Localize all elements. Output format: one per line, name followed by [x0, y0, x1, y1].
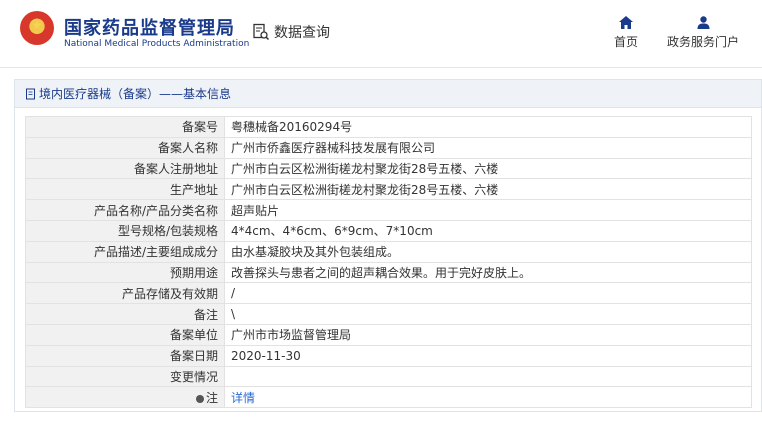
field-value: / [224, 282, 752, 305]
table-row: 产品名称/产品分类名称 超声贴片 [25, 199, 752, 221]
org-name-en: National Medical Products Administration [64, 39, 250, 49]
header-divider [0, 67, 762, 68]
field-label: 备案人注册地址 [25, 157, 225, 180]
table-row: 备案号 粤穗械备20160294号 [25, 116, 752, 138]
field-value: 超声贴片 [224, 199, 752, 221]
field-value: 由水基凝胶块及其外包装组成。 [224, 240, 752, 263]
document-icon [26, 88, 35, 99]
table-row: 生产地址 广州市白云区松洲街槎龙村聚龙街28号五楼、六楼 [25, 178, 752, 201]
document-search-icon [253, 23, 270, 41]
data-search-link[interactable]: 数据查询 [252, 22, 330, 42]
national-emblem-logo [20, 11, 54, 45]
data-search-label: 数据查询 [274, 25, 330, 41]
table-row: 备案日期 2020-11-30 [25, 344, 752, 367]
table-row: 注 详情 [25, 386, 752, 409]
field-value: 粤穗械备20160294号 [224, 116, 752, 138]
table-row: 产品描述/主要组成成分 由水基凝胶块及其外包装组成。 [25, 240, 752, 263]
panel-title: 境内医疗器械（备案）——基本信息 [39, 87, 232, 101]
field-label: 产品存储及有效期 [25, 282, 225, 305]
note-bulb-icon [195, 394, 204, 403]
record-table: 备案号 粤穗械备20160294号 备案人名称 广州市侨鑫医疗器械科技发展有限公… [25, 116, 752, 409]
field-value: 2020-11-30 [224, 344, 752, 367]
field-label: 生产地址 [25, 178, 225, 201]
field-value: 广州市白云区松洲街槎龙村聚龙街28号五楼、六楼 [224, 178, 752, 201]
field-value: 改善探头与患者之间的超声耦合效果。用于完好皮肤上。 [224, 261, 752, 284]
field-label: 备案日期 [25, 344, 225, 367]
panel-title-bar: 境内医疗器械（备案）——基本信息 [15, 80, 761, 108]
record-panel: 境内医疗器械（备案）——基本信息 备案号 粤穗械备20160294号 备案人名称… [14, 79, 762, 412]
home-icon [619, 16, 633, 29]
field-label: 备案人名称 [25, 136, 225, 159]
field-label: 备案号 [25, 116, 225, 138]
table-row: 预期用途 改善探头与患者之间的超声耦合效果。用于完好皮肤上。 [25, 261, 752, 284]
user-icon [697, 16, 709, 29]
table-row: 变更情况 [25, 365, 752, 388]
table-row: 备案人注册地址 广州市白云区松洲街槎龙村聚龙街28号五楼、六楼 [25, 157, 752, 180]
table-row: 型号规格/包装规格 4*4cm、4*6cm、6*9cm、7*10cm [25, 219, 752, 242]
field-label: 备注 [25, 303, 225, 325]
table-row: 备案单位 广州市市场监督管理局 [25, 323, 752, 346]
nav-home[interactable]: 首页 [611, 16, 641, 50]
field-label: 产品名称/产品分类名称 [25, 199, 225, 221]
details-link[interactable]: 详情 [224, 386, 752, 409]
field-label: 备案单位 [25, 323, 225, 346]
field-label: 注 [205, 390, 218, 405]
site-header: 国家药品监督管理局 National Medical Products Admi… [0, 0, 762, 68]
field-value: 广州市侨鑫医疗器械科技发展有限公司 [224, 136, 752, 159]
field-value: 广州市白云区松洲街槎龙村聚龙街28号五楼、六楼 [224, 157, 752, 180]
org-name-cn: 国家药品监督管理局 [64, 18, 235, 39]
field-label: 型号规格/包装规格 [25, 219, 225, 242]
field-value: \ [224, 303, 752, 325]
table-row: 备注 \ [25, 303, 752, 325]
field-label: 产品描述/主要组成成分 [25, 240, 225, 263]
field-label: 预期用途 [25, 261, 225, 284]
nav-home-label: 首页 [613, 35, 638, 49]
table-row: 产品存储及有效期 / [25, 282, 752, 305]
field-label: 变更情况 [25, 365, 225, 388]
field-value [224, 365, 752, 388]
field-value: 广州市市场监督管理局 [224, 323, 752, 346]
nav-gov-portal[interactable]: 政务服务门户 [665, 16, 741, 50]
note-label-cell: 注 [25, 386, 225, 409]
table-row: 备案人名称 广州市侨鑫医疗器械科技发展有限公司 [25, 136, 752, 159]
nav-gov-portal-label: 政务服务门户 [666, 35, 739, 49]
field-value: 4*4cm、4*6cm、6*9cm、7*10cm [224, 219, 752, 242]
